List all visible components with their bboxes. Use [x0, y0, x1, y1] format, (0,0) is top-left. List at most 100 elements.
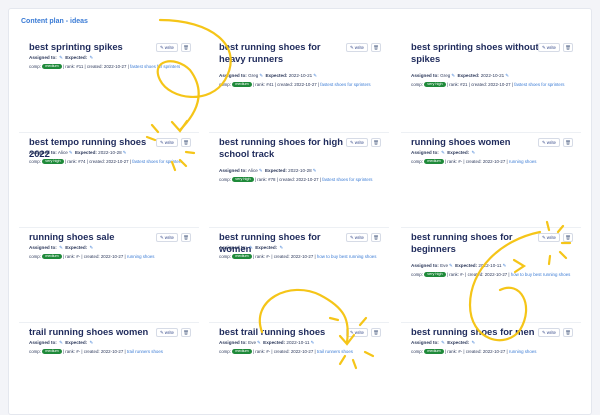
cluster-link[interactable]: trail runners shoes [127, 349, 163, 354]
cluster-link[interactable]: how to buy best running shoes [511, 272, 571, 277]
cluster-link[interactable]: running shoes [509, 159, 537, 164]
edit-expected-icon[interactable]: ✎ [505, 73, 509, 78]
delete-button[interactable]: 🗑 [371, 328, 381, 337]
rank-created: | rank: #- | created: 2022-10-27 | [61, 254, 127, 259]
write-button[interactable]: ✎ write [346, 328, 368, 337]
edit-expected-icon[interactable]: ✎ [123, 150, 127, 155]
comp-label: comp: [29, 64, 43, 69]
card-stats: comp: very high | rank: #21 | created: 2… [411, 82, 576, 89]
trash-icon: 🗑 [565, 234, 571, 240]
cluster-link[interactable]: fastest shoes for sprinters [514, 82, 564, 87]
edit-assignee-icon[interactable]: ✎ [59, 245, 63, 250]
cluster-link[interactable]: fastest shoes for sprinters [130, 64, 180, 69]
assigned-label: Assigned to: [29, 150, 57, 155]
delete-button[interactable]: 🗑 [371, 233, 381, 242]
trash-icon: 🗑 [565, 329, 571, 335]
edit-assignee-icon[interactable]: ✎ [259, 73, 263, 78]
write-button[interactable]: ✎ write [538, 233, 560, 242]
cluster-link[interactable]: fastest shoes for sprinters [320, 82, 370, 87]
edit-expected-icon[interactable]: ✎ [311, 340, 315, 345]
write-button[interactable]: ✎ write [346, 233, 368, 242]
delete-button[interactable]: 🗑 [563, 328, 573, 337]
edit-expected-icon[interactable]: ✎ [503, 263, 507, 268]
trash-icon: 🗑 [183, 139, 189, 145]
delete-button[interactable]: 🗑 [181, 43, 191, 52]
comp-label: comp: [29, 349, 43, 354]
write-button[interactable]: ✎ write [538, 328, 560, 337]
delete-button[interactable]: 🗑 [181, 233, 191, 242]
expected-label: Expected: [264, 73, 288, 78]
expected-label: Expected: [63, 55, 88, 60]
edit-expected-icon[interactable]: ✎ [313, 73, 317, 78]
card-title: best running shoes for beginners [411, 231, 513, 254]
edit-assignee-icon[interactable]: ✎ [257, 340, 261, 345]
edit-expected-icon[interactable]: ✎ [313, 168, 317, 173]
card-actions: ✎ write 🗑 [346, 43, 381, 52]
expected-label: Expected: [253, 245, 278, 250]
delete-button[interactable]: 🗑 [181, 328, 191, 337]
cluster-link[interactable]: running shoes [509, 349, 537, 354]
write-button[interactable]: ✎ write [538, 138, 560, 147]
rank-created: | rank: #- | created: 2022-10-27 | [251, 254, 317, 259]
card-meta: Assigned to: ✎ Expected: ✎ [29, 245, 94, 251]
trash-icon: 🗑 [183, 329, 189, 335]
assigned-label: Assigned to: [29, 340, 57, 345]
write-button[interactable]: ✎ write [156, 328, 178, 337]
card-actions: ✎ write 🗑 [156, 233, 191, 242]
edit-assignee-icon[interactable]: ✎ [69, 150, 73, 155]
edit-assignee-icon[interactable]: ✎ [59, 55, 63, 60]
edit-assignee-icon[interactable]: ✎ [259, 168, 263, 173]
write-button[interactable]: ✎ write [346, 43, 368, 52]
edit-assignee-icon[interactable]: ✎ [249, 245, 253, 250]
write-button[interactable]: ✎ write [346, 138, 368, 147]
assigned-label: Assigned to: [29, 245, 57, 250]
edit-expected-icon[interactable]: ✎ [89, 55, 93, 60]
delete-button[interactable]: 🗑 [563, 138, 573, 147]
edit-expected-icon[interactable]: ✎ [279, 245, 283, 250]
edit-assignee-icon[interactable]: ✎ [59, 340, 63, 345]
rank-created: | rank: #11 | created: 2022-10-27 | [61, 64, 130, 69]
assigned-label: Assigned to: [219, 245, 247, 250]
card-stats: comp: medium | rank: #- | created: 2022-… [411, 349, 576, 356]
delete-button[interactable]: 🗑 [371, 138, 381, 147]
cluster-link[interactable]: fastest shoes for sprinters [322, 177, 372, 182]
delete-button[interactable]: 🗑 [563, 43, 573, 52]
edit-expected-icon[interactable]: ✎ [471, 150, 475, 155]
write-button[interactable]: ✎ write [156, 138, 178, 147]
competition-badge: medium [232, 349, 252, 355]
idea-card: best running shoes for women ✎ write 🗑 Assig… [209, 231, 389, 323]
card-meta: Assigned to: Alice✎ Expected: 2022-10-28… [219, 168, 318, 174]
expected-date: 2022-10-28 [96, 150, 122, 155]
competition-badge: medium [232, 82, 252, 88]
edit-expected-icon[interactable]: ✎ [89, 245, 93, 250]
competition-badge: medium [42, 349, 62, 355]
idea-card: running shoes women ✎ write 🗑 Assigned to: ✎… [401, 136, 581, 228]
write-button[interactable]: ✎ write [538, 43, 560, 52]
delete-button[interactable]: 🗑 [371, 43, 381, 52]
edit-expected-icon[interactable]: ✎ [471, 340, 475, 345]
edit-assignee-icon[interactable]: ✎ [451, 73, 455, 78]
edit-assignee-icon[interactable]: ✎ [441, 340, 445, 345]
edit-expected-icon[interactable]: ✎ [89, 340, 93, 345]
cluster-link[interactable]: how to buy best running shoes [317, 254, 377, 259]
cluster-link[interactable]: fastest shoes for sprinters [132, 159, 182, 164]
write-label: write [546, 45, 556, 50]
cluster-link[interactable]: running shoes [127, 254, 155, 259]
delete-button[interactable]: 🗑 [563, 233, 573, 242]
assigned-label: Assigned to: [219, 168, 247, 173]
competition-badge: medium [424, 349, 444, 355]
write-button[interactable]: ✎ write [156, 233, 178, 242]
card-meta: Assigned to: Greg✎ Expected: 2022-10-21✎ [219, 73, 318, 79]
delete-button[interactable]: 🗑 [181, 138, 191, 147]
write-label: write [164, 330, 174, 335]
edit-assignee-icon[interactable]: ✎ [449, 263, 453, 268]
card-meta: Assigned to: ✎ Expected: ✎ [411, 150, 476, 156]
trash-icon: 🗑 [373, 234, 379, 240]
trash-icon: 🗑 [183, 234, 189, 240]
write-label: write [546, 330, 556, 335]
cluster-link[interactable]: trail runners shoes [317, 349, 353, 354]
idea-card: best trail running shoes ✎ write 🗑 Assigned … [209, 326, 389, 414]
competition-badge: very high [232, 177, 254, 183]
write-button[interactable]: ✎ write [156, 43, 178, 52]
edit-assignee-icon[interactable]: ✎ [441, 150, 445, 155]
